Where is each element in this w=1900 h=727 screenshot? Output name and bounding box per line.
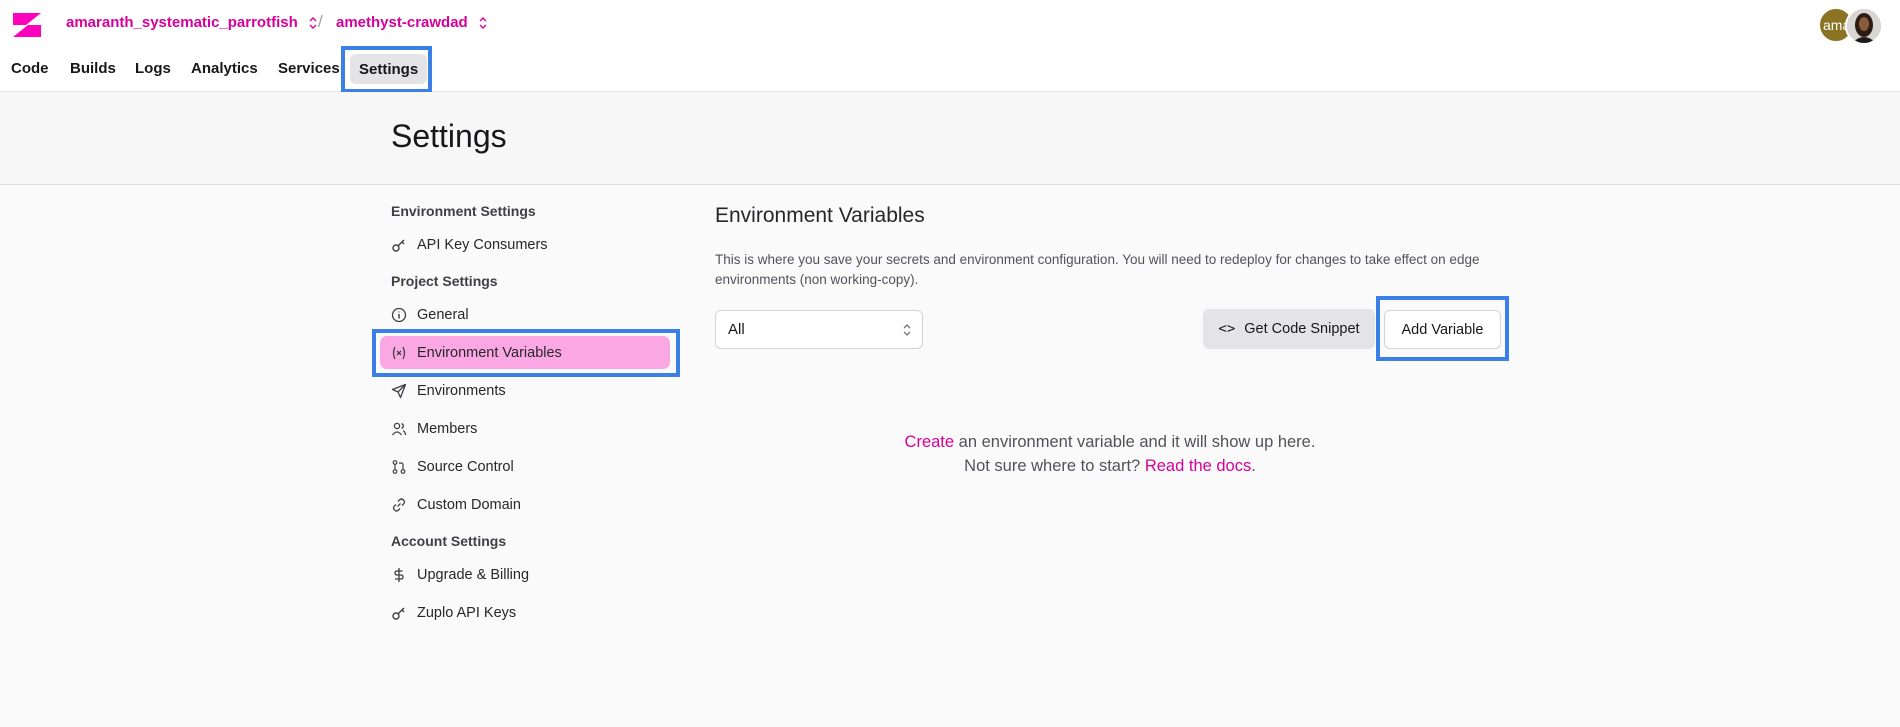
button-label: Get Code Snippet	[1244, 321, 1360, 337]
sidebar-item-label: Environment Variables	[417, 344, 562, 361]
environment-name: amethyst-crawdad	[336, 14, 468, 31]
info-icon	[391, 307, 407, 323]
button-label: Add Variable	[1401, 321, 1484, 338]
tab-settings[interactable]: Settings	[350, 54, 428, 84]
add-variable-button[interactable]: Add Variable	[1384, 310, 1501, 349]
section-heading-account-settings: Account Settings	[391, 533, 507, 549]
avatar-photo[interactable]	[1845, 7, 1883, 45]
sidebar-item-environment-variables[interactable]: Environment Variables	[380, 336, 670, 369]
send-icon	[391, 383, 407, 399]
empty-state-text: an environment variable and it will show…	[954, 433, 1316, 451]
read-the-docs-link[interactable]: Read the docs	[1145, 457, 1251, 475]
dollar-icon	[391, 567, 407, 583]
empty-state-line-1: Create an environment variable and it wi…	[715, 430, 1505, 454]
sidebar-item-upgrade-billing[interactable]: Upgrade & Billing	[380, 558, 670, 591]
key-icon	[391, 605, 407, 621]
tab-code[interactable]: Code	[8, 52, 52, 84]
empty-state-text: Not sure where to start?	[964, 457, 1145, 475]
breadcrumb-separator: /	[318, 12, 323, 31]
empty-state-line-2: Not sure where to start? Read the docs.	[715, 454, 1505, 478]
sidebar-item-api-key-consumers[interactable]: API Key Consumers	[380, 228, 670, 261]
tab-services[interactable]: Services	[275, 52, 343, 84]
top-header: amaranth_systematic_parrotfish / amethys…	[0, 0, 1900, 92]
sidebar-item-label: Zuplo API Keys	[417, 604, 517, 621]
empty-state-text: .	[1251, 457, 1256, 475]
get-code-snippet-button[interactable]: <> Get Code Snippet	[1203, 309, 1375, 349]
sidebar-item-label: Custom Domain	[417, 496, 521, 513]
chevron-up-down-icon	[479, 16, 487, 29]
zuplo-logo-icon[interactable]	[8, 10, 46, 40]
select-value: All	[728, 321, 745, 338]
tab-builds[interactable]: Builds	[67, 52, 119, 84]
sidebar-item-general[interactable]: General	[380, 298, 670, 331]
code-icon: <>	[1218, 321, 1236, 337]
sidebar-item-label: Source Control	[417, 458, 514, 475]
chevron-up-down-icon	[309, 16, 317, 29]
sidebar-item-zuplo-api-keys[interactable]: Zuplo API Keys	[380, 596, 670, 629]
section-heading-project-settings: Project Settings	[391, 273, 498, 289]
page-title: Settings	[391, 118, 507, 154]
person-icon	[1847, 9, 1881, 43]
sidebar-item-label: General	[417, 306, 469, 323]
sidebar-item-source-control[interactable]: Source Control	[380, 450, 670, 483]
sidebar-item-label: API Key Consumers	[417, 236, 548, 253]
section-description: This is where you save your secrets and …	[715, 252, 1480, 287]
git-pull-request-icon	[391, 459, 407, 475]
environment-filter-select[interactable]: All	[715, 310, 923, 349]
environment-selector[interactable]: amethyst-crawdad	[336, 14, 489, 31]
page-title-band	[0, 92, 1900, 185]
sidebar-item-custom-domain[interactable]: Custom Domain	[380, 488, 670, 521]
sidebar-item-environments[interactable]: Environments	[380, 374, 670, 407]
project-name: amaranth_systematic_parrotfish	[66, 14, 298, 31]
sidebar-item-label: Members	[417, 420, 478, 437]
user-avatars[interactable]: ama	[1818, 7, 1898, 45]
users-icon	[391, 421, 407, 437]
section-heading-environment-settings: Environment Settings	[391, 203, 536, 219]
sidebar-item-label: Upgrade & Billing	[417, 566, 530, 583]
sidebar-item-members[interactable]: Members	[380, 412, 670, 445]
empty-state: Create an environment variable and it wi…	[715, 430, 1505, 478]
key-icon	[391, 237, 407, 253]
section-title: Environment Variables	[715, 204, 925, 227]
create-link[interactable]: Create	[905, 433, 955, 451]
tab-logs[interactable]: Logs	[132, 52, 174, 84]
tab-analytics[interactable]: Analytics	[188, 52, 261, 84]
link-icon	[391, 497, 407, 513]
variable-icon	[391, 345, 407, 361]
project-selector[interactable]: amaranth_systematic_parrotfish	[66, 14, 319, 31]
sidebar-item-label: Environments	[417, 382, 506, 399]
chevron-up-down-icon	[903, 324, 911, 336]
